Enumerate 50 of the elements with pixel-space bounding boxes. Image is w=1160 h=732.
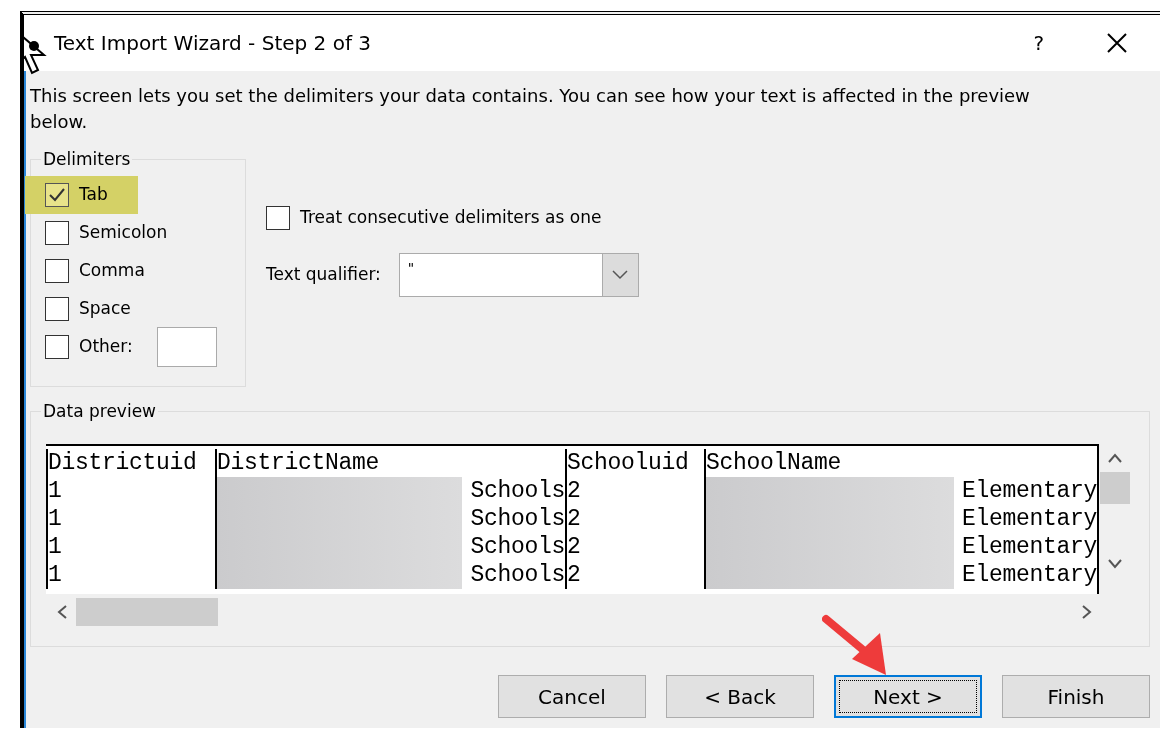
checkbox[interactable] bbox=[266, 206, 290, 230]
column-header: DistrictName bbox=[217, 449, 380, 477]
checkbox-label: Space bbox=[79, 297, 131, 321]
checkbox-label: Semicolon bbox=[79, 221, 168, 245]
scrollbar-thumb[interactable] bbox=[1100, 472, 1130, 504]
window-title: Text Import Wizard - Step 2 of 3 bbox=[54, 30, 372, 57]
table-cell: Elementary bbox=[961, 477, 1097, 505]
checkbox[interactable] bbox=[45, 259, 69, 283]
scroll-left-icon[interactable] bbox=[56, 604, 68, 620]
description-text: This screen lets you set the delimiters your data contains. You can see how your text is affected in the preview below. bbox=[30, 84, 1031, 134]
table-cell: Schools bbox=[470, 505, 565, 533]
checkbox[interactable] bbox=[45, 297, 69, 321]
close-icon[interactable] bbox=[1106, 32, 1128, 55]
column-header: Schooluid bbox=[567, 449, 689, 477]
dialog-button[interactable]: Next > bbox=[834, 675, 982, 718]
checkbox[interactable] bbox=[45, 221, 69, 245]
checkbox-label: Other: bbox=[79, 335, 133, 359]
help-button[interactable]: ? bbox=[1033, 28, 1044, 58]
table-cell: Schools bbox=[470, 533, 565, 561]
checkbox[interactable] bbox=[45, 335, 69, 359]
table-cell: 1 bbox=[48, 561, 62, 589]
table-cell: Elementary bbox=[961, 561, 1097, 589]
scroll-up-icon[interactable] bbox=[1107, 452, 1123, 464]
table-cell: 1 bbox=[48, 533, 62, 561]
table-cell: Schools bbox=[470, 561, 565, 589]
table-cell: 2 bbox=[567, 533, 581, 561]
checkbox-label: Comma bbox=[79, 259, 145, 283]
checkbox-label: Treat consecutive delimiters as one bbox=[300, 206, 602, 230]
checkbox[interactable] bbox=[45, 183, 69, 207]
qualifier-dropdown[interactable]: " bbox=[398, 253, 639, 297]
table-cell: 1 bbox=[48, 505, 62, 533]
table-cell: 2 bbox=[567, 505, 581, 533]
dialog-button[interactable]: < Back bbox=[666, 675, 814, 718]
table-cell: 1 bbox=[48, 477, 62, 505]
table-cell: Elementary bbox=[961, 533, 1097, 561]
scroll-right-icon[interactable] bbox=[1081, 604, 1093, 620]
chevron-down-icon bbox=[612, 270, 629, 280]
table-cell: Elementary bbox=[961, 505, 1097, 533]
scroll-down-icon[interactable] bbox=[1107, 558, 1123, 570]
table-cell: Schools bbox=[470, 477, 565, 505]
column-header: Districtuid bbox=[48, 449, 197, 477]
checkbox-label: Tab bbox=[79, 183, 108, 207]
other-field[interactable] bbox=[156, 327, 217, 367]
dialog-button[interactable]: Cancel bbox=[498, 675, 646, 718]
dialog-button[interactable]: Finish bbox=[1002, 675, 1150, 718]
table-cell: 2 bbox=[567, 477, 581, 505]
table-cell: 2 bbox=[567, 561, 581, 589]
column-header: SchoolName bbox=[706, 449, 842, 477]
field-label: Text qualifier: bbox=[266, 263, 381, 287]
scrollbar-thumb[interactable] bbox=[76, 598, 218, 626]
